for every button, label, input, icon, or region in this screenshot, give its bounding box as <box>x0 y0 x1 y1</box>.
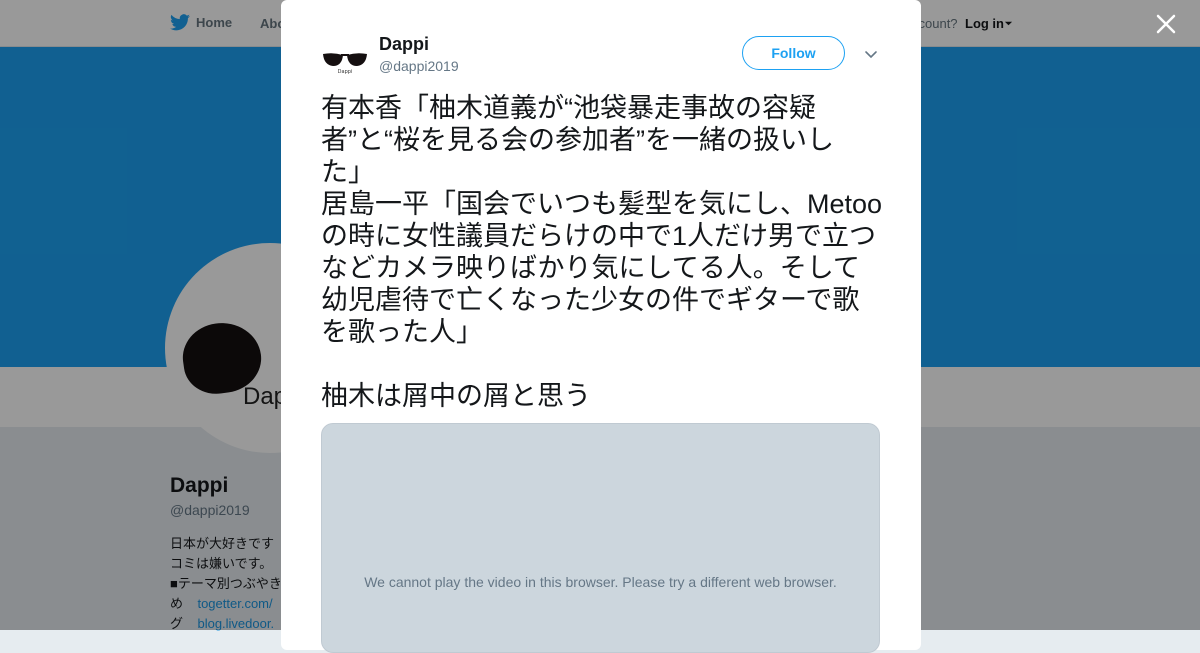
video-player[interactable]: We cannot play the video in this browser… <box>321 423 880 653</box>
tweet-modal: Dappi Dappi @dappi2019 Follow 有本香「柚木道義が“… <box>281 0 921 653</box>
author-handle[interactable]: @dappi2019 <box>379 58 459 74</box>
tweet-text: 有本香「柚木道義が“池袋暴走事故の容疑者”と“桜を見る会の参加者”を一緒の扱いし… <box>321 93 883 411</box>
follow-button[interactable]: Follow <box>742 36 845 70</box>
avatar-label: Dappi <box>338 69 353 75</box>
chevron-down-icon[interactable] <box>864 47 878 61</box>
close-icon[interactable] <box>1152 10 1180 38</box>
author-avatar[interactable]: Dappi <box>321 38 369 86</box>
author-name[interactable]: Dappi <box>379 34 429 55</box>
video-unsupported-message: We cannot play the video in this browser… <box>364 574 837 590</box>
